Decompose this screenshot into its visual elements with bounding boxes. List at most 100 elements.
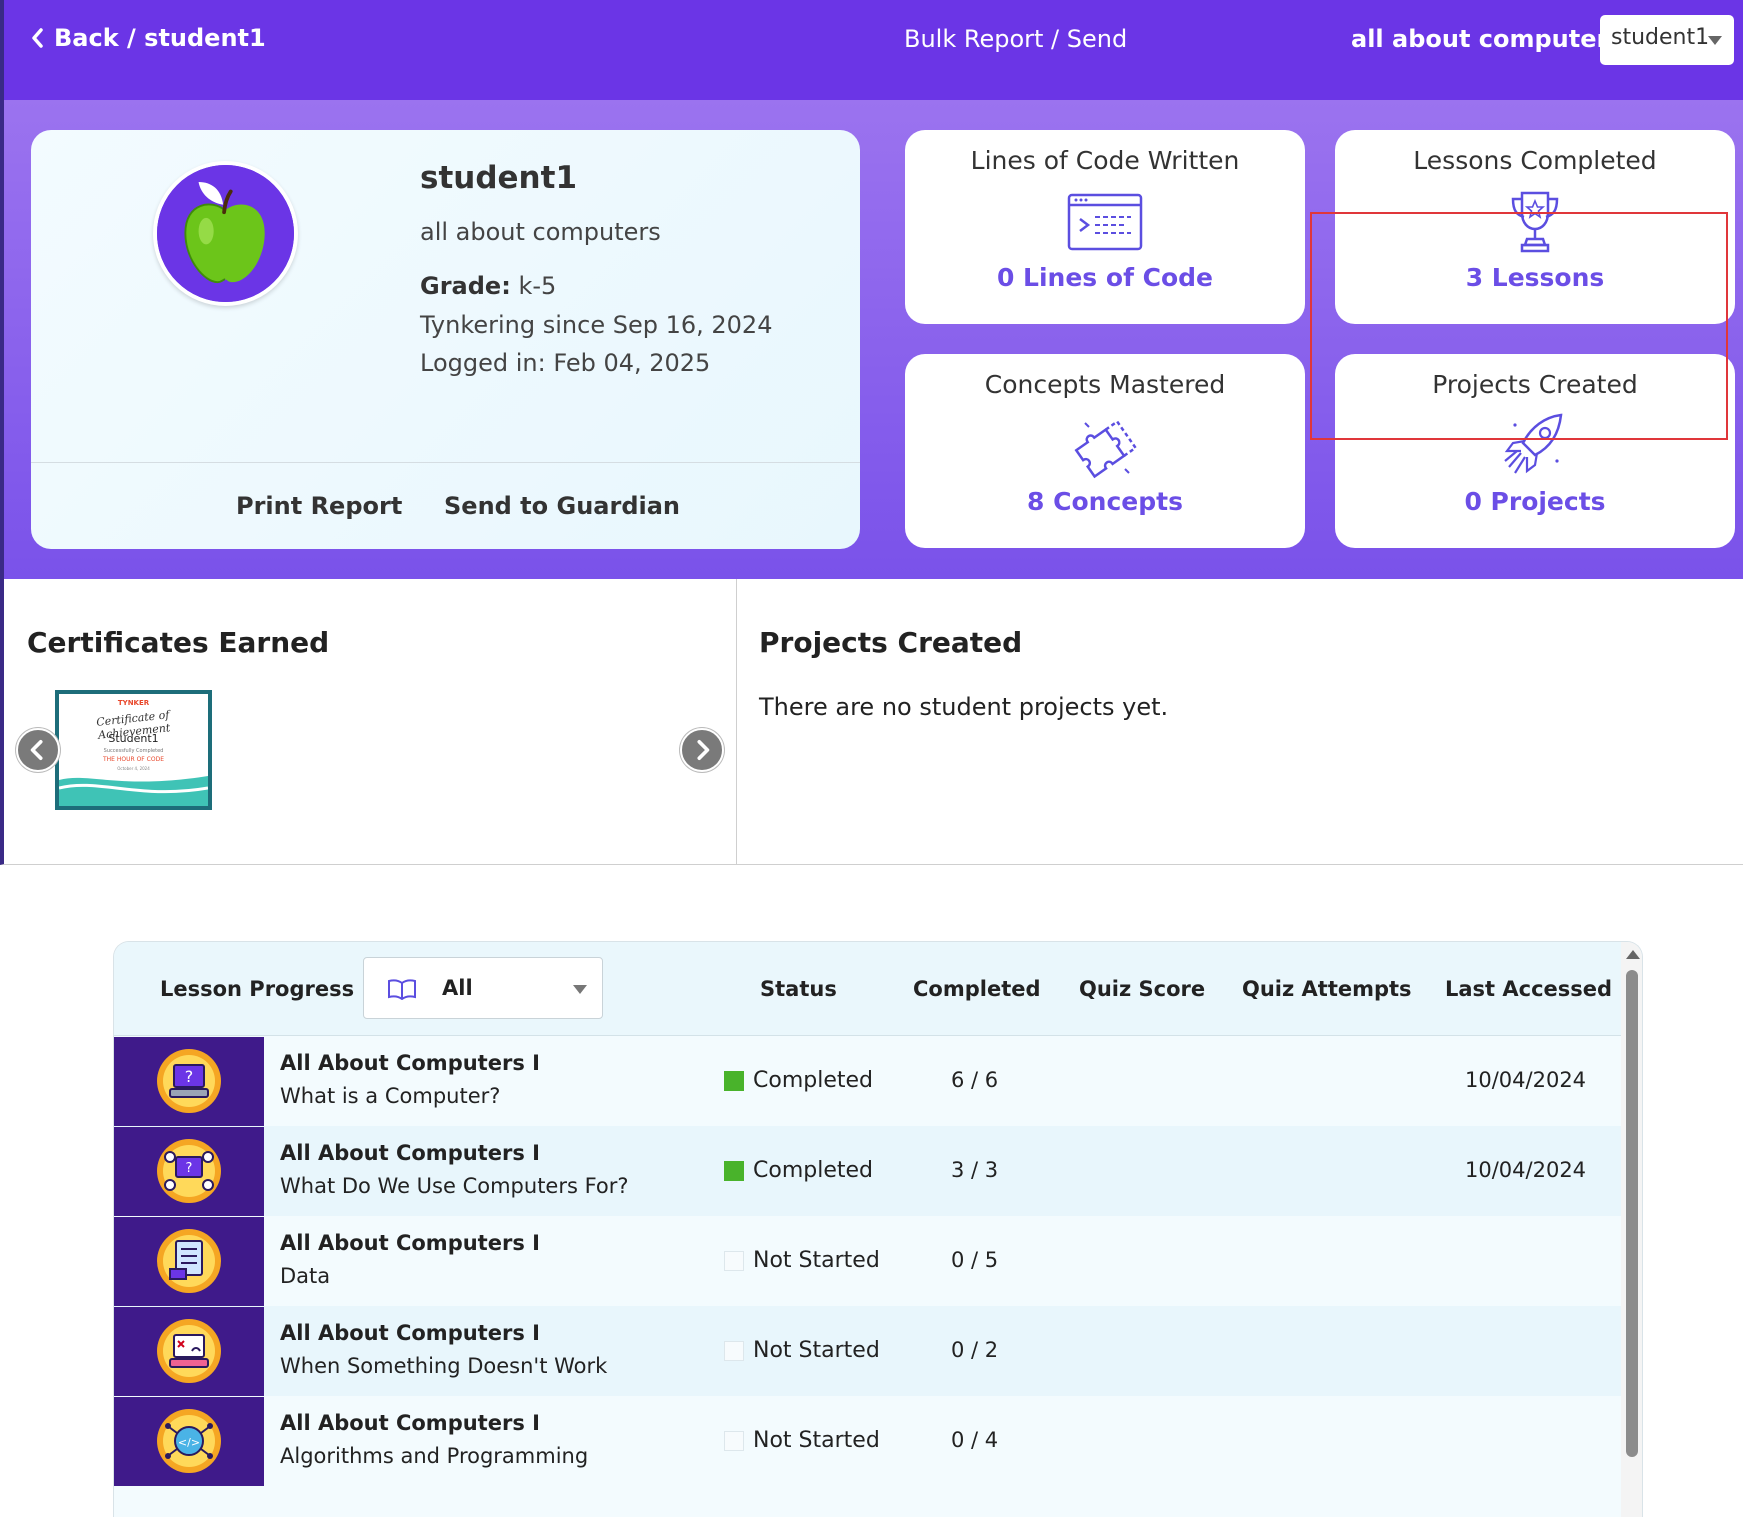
student-school: all about computers xyxy=(420,218,661,246)
profile-card: student1 all about computers Grade: k-5 … xyxy=(31,130,860,549)
lesson-progress-header: Lesson Progress xyxy=(160,977,355,1001)
certificate-thumbnail[interactable]: TYNKER Certificate of Achievement Studen… xyxy=(55,690,212,810)
print-report-button[interactable]: Print Report xyxy=(236,492,402,520)
lesson-thumbnail: ? xyxy=(114,1127,264,1216)
table-scrollbar[interactable] xyxy=(1621,942,1642,1517)
stat-value: 0 Projects xyxy=(1464,487,1606,516)
lesson-status-label: Not Started xyxy=(753,1248,880,1273)
lesson-status-label: Completed xyxy=(753,1068,873,1093)
lesson-thumbnail: ? xyxy=(114,1037,264,1126)
back-label: Back / student1 xyxy=(54,24,266,52)
lesson-course: All About Computers I xyxy=(280,1411,540,1435)
table-row[interactable]: ? All About Computers I What Do We Use C… xyxy=(114,1126,1621,1216)
certificates-projects-section: Certificates Earned TYNKER Certificate o… xyxy=(0,579,1743,865)
lesson-completed-count: 0 / 5 xyxy=(951,1248,999,1272)
algorithm-chip-icon: </> xyxy=(114,1397,264,1486)
scrollbar-thumb[interactable] xyxy=(1626,970,1638,1457)
lesson-status: Not Started xyxy=(724,1338,880,1363)
lesson-name: What Do We Use Computers For? xyxy=(280,1174,629,1198)
lesson-filter-select[interactable]: All xyxy=(363,957,603,1019)
computer-uses-icon: ? xyxy=(114,1127,264,1216)
highlight-box xyxy=(1310,212,1728,440)
stat-title: Concepts Mastered xyxy=(984,370,1226,399)
projects-title: Projects Created xyxy=(759,626,1023,659)
table-row[interactable]: All About Computers I When Something Doe… xyxy=(114,1306,1621,1396)
svg-text:?: ? xyxy=(186,1161,193,1176)
not-started-status-icon xyxy=(724,1250,744,1271)
code-window-icon xyxy=(1067,193,1143,251)
status-header: Status xyxy=(760,977,837,1001)
scroll-up-arrow-icon[interactable] xyxy=(1626,950,1640,959)
quiz-attempts-header: Quiz Attempts xyxy=(1242,977,1412,1001)
lesson-completed-count: 6 / 6 xyxy=(951,1068,999,1092)
table-row[interactable]: ? All About Computers I What is a Comput… xyxy=(114,1036,1621,1126)
lesson-name: What is a Computer? xyxy=(280,1084,501,1108)
certificate-event: THE HOUR OF CODE xyxy=(103,756,164,763)
student-select-value: student1 xyxy=(1611,25,1710,50)
lesson-thumbnail: </> xyxy=(114,1397,264,1486)
hero-band: student1 all about computers Grade: k-5 … xyxy=(0,100,1743,579)
lesson-last-accessed: 10/04/2024 xyxy=(1465,1068,1587,1092)
quiz-score-header: Quiz Score xyxy=(1079,977,1206,1001)
table-row[interactable]: </> All About Computers I Algorithms and… xyxy=(114,1396,1621,1486)
broken-computer-icon xyxy=(114,1307,264,1396)
certificates-title: Certificates Earned xyxy=(27,626,330,659)
lesson-status: Not Started xyxy=(724,1428,880,1453)
student-select[interactable]: student1 xyxy=(1600,15,1734,65)
lesson-completed-count: 0 / 2 xyxy=(951,1338,999,1362)
student-grade: Grade: k-5 xyxy=(420,272,556,300)
grade-value: k-5 xyxy=(518,272,557,300)
chevron-left-icon xyxy=(32,28,43,48)
lesson-completed-count: 0 / 4 xyxy=(951,1428,999,1452)
school-name: all about computers xyxy=(1351,25,1623,53)
puzzle-icon xyxy=(1074,419,1138,479)
lesson-status: Completed xyxy=(724,1158,873,1183)
not-started-status-icon xyxy=(724,1340,744,1361)
card-divider xyxy=(31,462,860,463)
page-title: Bulk Report / Send xyxy=(904,25,1128,53)
certificate-subtitle: Successfully Completed xyxy=(103,748,164,754)
carousel-prev-button[interactable] xyxy=(16,728,60,772)
chevron-down-icon xyxy=(573,985,587,994)
student-name: student1 xyxy=(420,160,578,196)
stat-title: Lessons Completed xyxy=(1413,146,1657,175)
chevron-down-icon xyxy=(1708,36,1722,45)
carousel-next-button[interactable] xyxy=(680,728,724,772)
completed-status-icon xyxy=(724,1070,744,1091)
table-row[interactable]: All About Computers I Data Not Started 0… xyxy=(114,1216,1621,1306)
computer-question-icon: ? xyxy=(114,1037,264,1126)
send-to-guardian-button[interactable]: Send to Guardian xyxy=(444,492,680,520)
lesson-status-label: Not Started xyxy=(753,1338,880,1363)
stat-concepts-mastered: Concepts Mastered 8 Concepts xyxy=(905,354,1305,548)
last-accessed-header: Last Accessed xyxy=(1445,977,1613,1001)
not-started-status-icon xyxy=(724,1430,744,1451)
lesson-thumbnail xyxy=(114,1217,264,1306)
svg-text:?: ? xyxy=(185,1067,194,1086)
book-icon xyxy=(388,979,416,1000)
stat-value: 0 Lines of Code xyxy=(996,263,1214,292)
lesson-name: Data xyxy=(280,1264,331,1288)
lesson-name: Algorithms and Programming xyxy=(280,1444,589,1468)
lesson-course: All About Computers I xyxy=(280,1051,540,1075)
certificate-name: Student1 xyxy=(108,732,159,745)
stat-title: Lines of Code Written xyxy=(970,146,1240,175)
lesson-status: Not Started xyxy=(724,1248,880,1273)
back-link[interactable]: Back / student1 xyxy=(30,24,266,52)
lesson-table-header: Lesson Progress All Status Completed Qui… xyxy=(114,942,1621,1036)
lesson-status-label: Not Started xyxy=(753,1428,880,1453)
lesson-completed-count: 3 / 3 xyxy=(951,1158,999,1182)
lesson-course: All About Computers I xyxy=(280,1141,540,1165)
lesson-progress-table: Lesson Progress All Status Completed Qui… xyxy=(113,941,1643,1517)
stat-value: 8 Concepts xyxy=(1027,487,1183,516)
no-projects-message: There are no student projects yet. xyxy=(759,693,1169,721)
lesson-thumbnail xyxy=(114,1307,264,1396)
certificate-content: TYNKER Certificate of Achievement Studen… xyxy=(59,694,208,806)
lesson-course: All About Computers I xyxy=(280,1321,540,1345)
section-divider xyxy=(736,579,737,865)
chevron-right-icon xyxy=(697,740,710,760)
avatar xyxy=(153,161,298,306)
lesson-filter-value: All xyxy=(442,976,473,1000)
certificate-wave-art xyxy=(59,776,208,806)
lesson-status: Completed xyxy=(724,1068,873,1093)
top-bar: Back / student1 Bulk Report / Send all a… xyxy=(0,0,1743,100)
